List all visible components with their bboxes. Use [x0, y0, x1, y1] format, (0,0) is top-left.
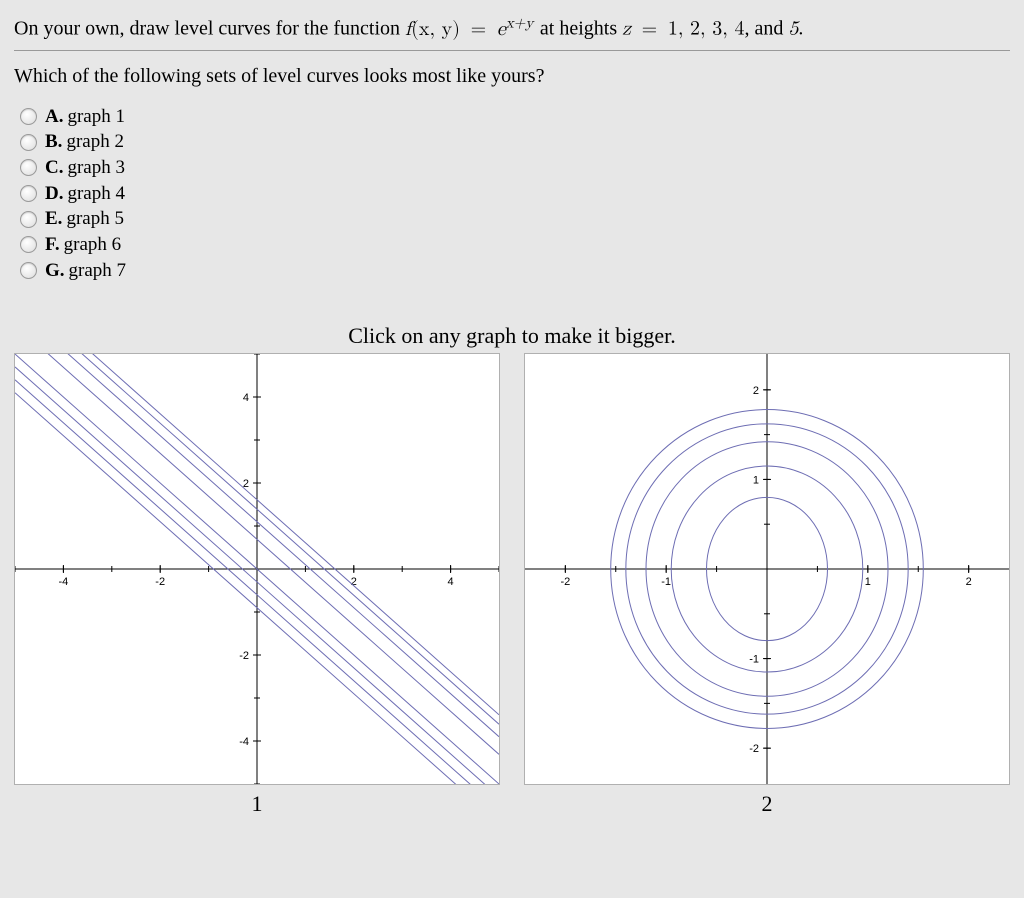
svg-text:-2: -2 [560, 576, 570, 588]
svg-text:-4: -4 [59, 576, 69, 588]
graph-1[interactable]: -4-224-4-224 [14, 353, 500, 785]
hint-text: Click on any graph to make it bigger. [14, 323, 1010, 349]
option-b[interactable]: B. graph 2 [20, 129, 1010, 155]
between-text: at heights [540, 18, 622, 40]
graph-2-label: 2 [762, 791, 773, 817]
options-list: A. graph 1 B. graph 2 C. graph 3 D. grap… [20, 104, 1010, 283]
svg-text:4: 4 [243, 392, 249, 404]
svg-text:4: 4 [448, 576, 454, 588]
svg-text:-2: -2 [155, 576, 165, 588]
svg-text:1: 1 [753, 475, 759, 487]
radio-icon[interactable] [20, 262, 37, 279]
radio-icon[interactable] [20, 134, 37, 151]
option-c[interactable]: C. graph 3 [20, 155, 1010, 181]
heights-expression: z = 1, 2, 3, 4 [622, 19, 744, 39]
option-a[interactable]: A. graph 1 [20, 104, 1010, 130]
radio-icon[interactable] [20, 108, 37, 125]
graph-2-wrap: -2 -1 1 2 -2 -1 1 2 2 [524, 353, 1010, 817]
sub-question: Which of the following sets of level cur… [14, 65, 1010, 88]
svg-text:-1: -1 [749, 654, 759, 666]
graph-1-label: 1 [252, 791, 263, 817]
svg-text:-2: -2 [239, 650, 249, 662]
svg-text:-4: -4 [239, 736, 249, 748]
graphs-container: -4 -2 2 4 -4 -2 2 4 1 -2 -1 1 2 -2 -1 1 2 2 [14, 353, 1010, 817]
option-g[interactable]: G. graph 7 [20, 258, 1010, 284]
intro-text: On your own, draw level curves for the f… [14, 18, 405, 40]
option-e[interactable]: E. graph 5 [20, 206, 1010, 232]
divider [14, 50, 1010, 51]
graph-2[interactable]: -2 -1 1 2 -2 -1 1 2 [524, 353, 1010, 785]
option-f[interactable]: F. graph 6 [20, 232, 1010, 258]
svg-text:-1: -1 [661, 576, 671, 588]
radio-icon[interactable] [20, 159, 37, 176]
svg-text:-2: -2 [749, 743, 759, 755]
svg-text:2: 2 [966, 576, 972, 588]
question-prompt: On your own, draw level curves for the f… [14, 12, 1010, 44]
radio-icon[interactable] [20, 211, 37, 228]
radio-icon[interactable] [20, 236, 37, 253]
svg-text:1: 1 [865, 576, 871, 588]
svg-text:2: 2 [753, 385, 759, 397]
radio-icon[interactable] [20, 185, 37, 202]
graph-1-wrap: -4-224-4-224 1 [14, 353, 500, 817]
function-expression: f(x, y) = ex+y [405, 19, 540, 39]
option-d[interactable]: D. graph 4 [20, 181, 1010, 207]
